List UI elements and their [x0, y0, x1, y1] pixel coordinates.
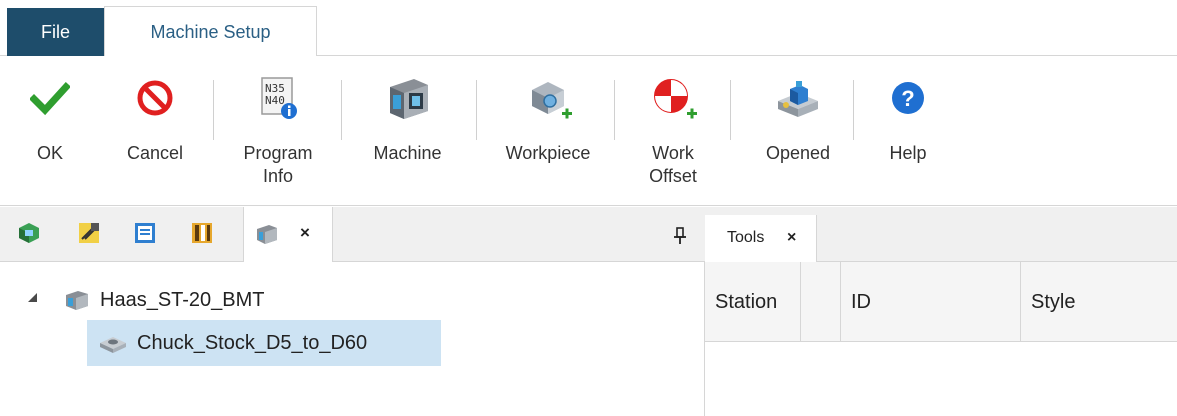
opened-label: Opened	[765, 143, 831, 163]
program-view-icon	[135, 223, 155, 243]
machine-icon	[384, 74, 432, 122]
right-pane-tab-bar: Tools ×	[705, 207, 1177, 263]
ribbon: OK Cancel N35 N40 Program Info Machine W…	[0, 56, 1177, 206]
tab-machine-tree[interactable]: ×	[243, 207, 333, 263]
program-info-label-line1: Program	[243, 143, 313, 163]
tree-node-machine[interactable]: Haas_ST-20_BMT	[60, 285, 265, 315]
tab-program-view[interactable]	[133, 221, 157, 245]
column-header-id[interactable]: ID	[841, 262, 1021, 342]
tab-layer-view[interactable]	[190, 221, 214, 245]
tab-tool-view[interactable]	[77, 221, 101, 245]
tool-icon	[79, 223, 99, 243]
program-info-label: Program Info	[243, 142, 312, 188]
tree-node-stock[interactable]: Chuck_Stock_D5_to_D60	[87, 320, 441, 366]
column-header-style[interactable]: Style	[1021, 262, 1177, 342]
program-info-icon: N35 N40	[254, 74, 302, 122]
program-info-button[interactable]: N35 N40 Program Info	[228, 56, 328, 206]
help-icon: ?	[884, 74, 932, 122]
tab-file[interactable]: File	[7, 8, 104, 56]
program-info-label-line2: Info	[262, 166, 294, 186]
workpiece-label: Workpiece	[505, 143, 591, 163]
work-offset-button[interactable]: Work Offset	[628, 56, 718, 206]
work-offset-label: Work Offset	[649, 142, 697, 188]
help-label: Help	[889, 143, 927, 163]
tab-tools-label: Tools	[727, 229, 765, 246]
tree-node-stock-label: Chuck_Stock_D5_to_D60	[137, 331, 368, 354]
work-offset-label-line2: Offset	[649, 166, 697, 186]
checkmark-icon	[26, 74, 74, 122]
workpiece-button[interactable]: Workpiece	[492, 56, 604, 206]
separator	[213, 80, 214, 140]
opened-button[interactable]: Opened	[750, 56, 846, 206]
ok-label: OK	[36, 143, 63, 163]
separator	[476, 80, 477, 140]
tab-tools[interactable]: Tools ×	[705, 215, 817, 263]
column-header-station[interactable]: Station	[705, 262, 801, 342]
stock-icon	[19, 223, 39, 243]
tree-collapse-arrow-icon[interactable]	[28, 293, 37, 302]
tools-grid: Station ID Style	[705, 262, 1177, 416]
machine-small-icon	[257, 225, 277, 244]
work-offset-add-icon	[649, 74, 697, 122]
machine-tree: Haas_ST-20_BMT Chuck_Stock_D5_to_D60	[0, 262, 705, 416]
program-info-icon-line2: N40	[265, 94, 285, 107]
help-button[interactable]: ? Help	[870, 56, 946, 206]
cancel-button[interactable]: Cancel	[117, 56, 193, 206]
cancel-label: Cancel	[126, 143, 184, 163]
layer-icon	[192, 223, 212, 243]
close-tools-tab-button[interactable]: ×	[787, 229, 796, 247]
tools-grid-header: Station ID Style	[705, 262, 1177, 342]
close-tab-button[interactable]: ×	[300, 223, 310, 243]
machine-node-icon	[66, 291, 88, 310]
tree-node-machine-label: Haas_ST-20_BMT	[100, 288, 265, 311]
svg-text:?: ?	[901, 86, 914, 111]
separator	[341, 80, 342, 140]
ok-button[interactable]: OK	[18, 56, 82, 206]
cancel-icon	[131, 74, 179, 122]
machine-label: Machine	[373, 143, 442, 163]
pin-icon[interactable]	[673, 227, 687, 245]
left-pane-tab-bar: ×	[0, 207, 705, 263]
stock-node-icon	[100, 337, 126, 353]
tab-machine-setup[interactable]: Machine Setup	[104, 6, 317, 57]
separator	[853, 80, 854, 140]
work-offset-label-line1: Work	[652, 143, 694, 163]
separator	[730, 80, 731, 140]
tab-stock-view[interactable]	[17, 221, 41, 245]
opened-icon	[774, 74, 822, 122]
ribbon-tab-bar: File Machine Setup	[0, 0, 1177, 57]
column-header-blank[interactable]	[801, 262, 841, 342]
machine-button[interactable]: Machine	[355, 56, 460, 206]
workpiece-add-icon	[524, 74, 572, 122]
separator	[614, 80, 615, 140]
